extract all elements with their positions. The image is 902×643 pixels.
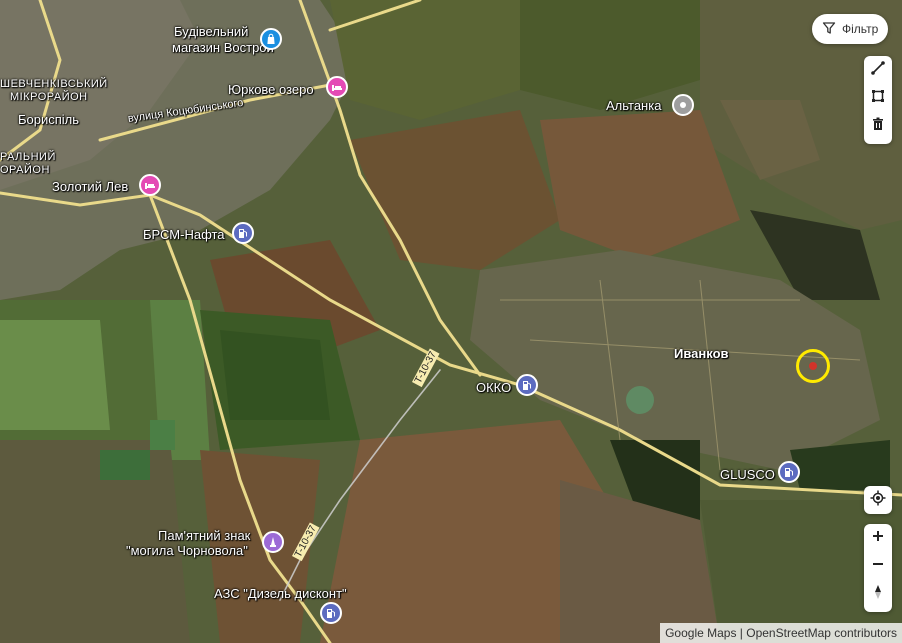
crosshair-icon	[870, 490, 886, 511]
place-label-budivelnyi-line1: Будівельний	[174, 24, 249, 39]
compass-icon	[870, 584, 886, 605]
village-label-ivankov: Иванков	[674, 346, 729, 361]
place-label-altanka: Альтанка	[606, 98, 662, 113]
draw-toolbar	[864, 56, 892, 144]
place-label-glusco: GLUSCO	[720, 467, 775, 482]
gas-station-icon[interactable]	[516, 374, 538, 396]
place-label-pamiatnyi-line1: Пам'ятний знак	[158, 528, 251, 543]
line-tool-icon	[870, 60, 886, 81]
place-label-okko: ОККО	[476, 380, 512, 395]
zoom-out-button[interactable]	[864, 552, 892, 580]
trash-icon	[870, 116, 886, 137]
filter-button-label: Фільтр	[842, 22, 879, 36]
hotel-bed-icon[interactable]	[139, 174, 161, 196]
locate-control	[864, 486, 892, 514]
gas-station-icon[interactable]	[320, 602, 342, 624]
shopping-bag-icon[interactable]	[260, 28, 282, 50]
district-label-shevchenkivskyi-line2: МІКРОРАЙОН	[10, 91, 88, 103]
zoom-control	[864, 524, 892, 612]
draw-line-button[interactable]	[864, 56, 892, 84]
gas-station-icon[interactable]	[778, 461, 800, 483]
city-label-boryspil: Бориспіль	[18, 112, 80, 127]
place-label-brsm: БРСМ-Нафта	[143, 227, 225, 242]
place-dot-icon[interactable]	[672, 94, 694, 116]
square-tool-icon	[870, 88, 886, 109]
selected-location-marker[interactable]	[809, 362, 817, 370]
place-label-pamiatnyi-line2: "могила Чорновола"	[126, 543, 248, 558]
place-label-budivelnyi-line2: магазин Вострой	[172, 40, 274, 55]
district-label-tsentralnyi-line2: ОРАЙОН	[0, 164, 50, 176]
place-label-azs: АЗС "Дизель дисконт"	[214, 586, 347, 601]
my-location-button[interactable]	[864, 486, 892, 514]
district-label-tsentralnyi-line1: РАЛЬНИЙ	[0, 151, 56, 163]
place-label-yurkove: Юркове озеро	[228, 82, 314, 97]
map-attribution[interactable]: Google Maps | OpenStreetMap contributors	[660, 623, 902, 643]
monument-icon[interactable]	[262, 531, 284, 553]
filter-icon	[822, 21, 836, 38]
zoom-in-button[interactable]	[864, 524, 892, 552]
filter-button[interactable]: Фільтр	[812, 14, 889, 44]
delete-button[interactable]	[864, 112, 892, 140]
gas-station-icon[interactable]	[232, 222, 254, 244]
compass-button[interactable]	[864, 580, 892, 608]
place-label-zolotyi-lev: Золотий Лев	[52, 179, 129, 194]
draw-polygon-button[interactable]	[864, 84, 892, 112]
hotel-bed-icon[interactable]	[326, 76, 348, 98]
minus-icon	[870, 556, 886, 577]
plus-icon	[870, 528, 886, 549]
district-label-shevchenkivskyi-line1: ШЕВЧЕНКІВСЬКИЙ	[0, 78, 108, 90]
